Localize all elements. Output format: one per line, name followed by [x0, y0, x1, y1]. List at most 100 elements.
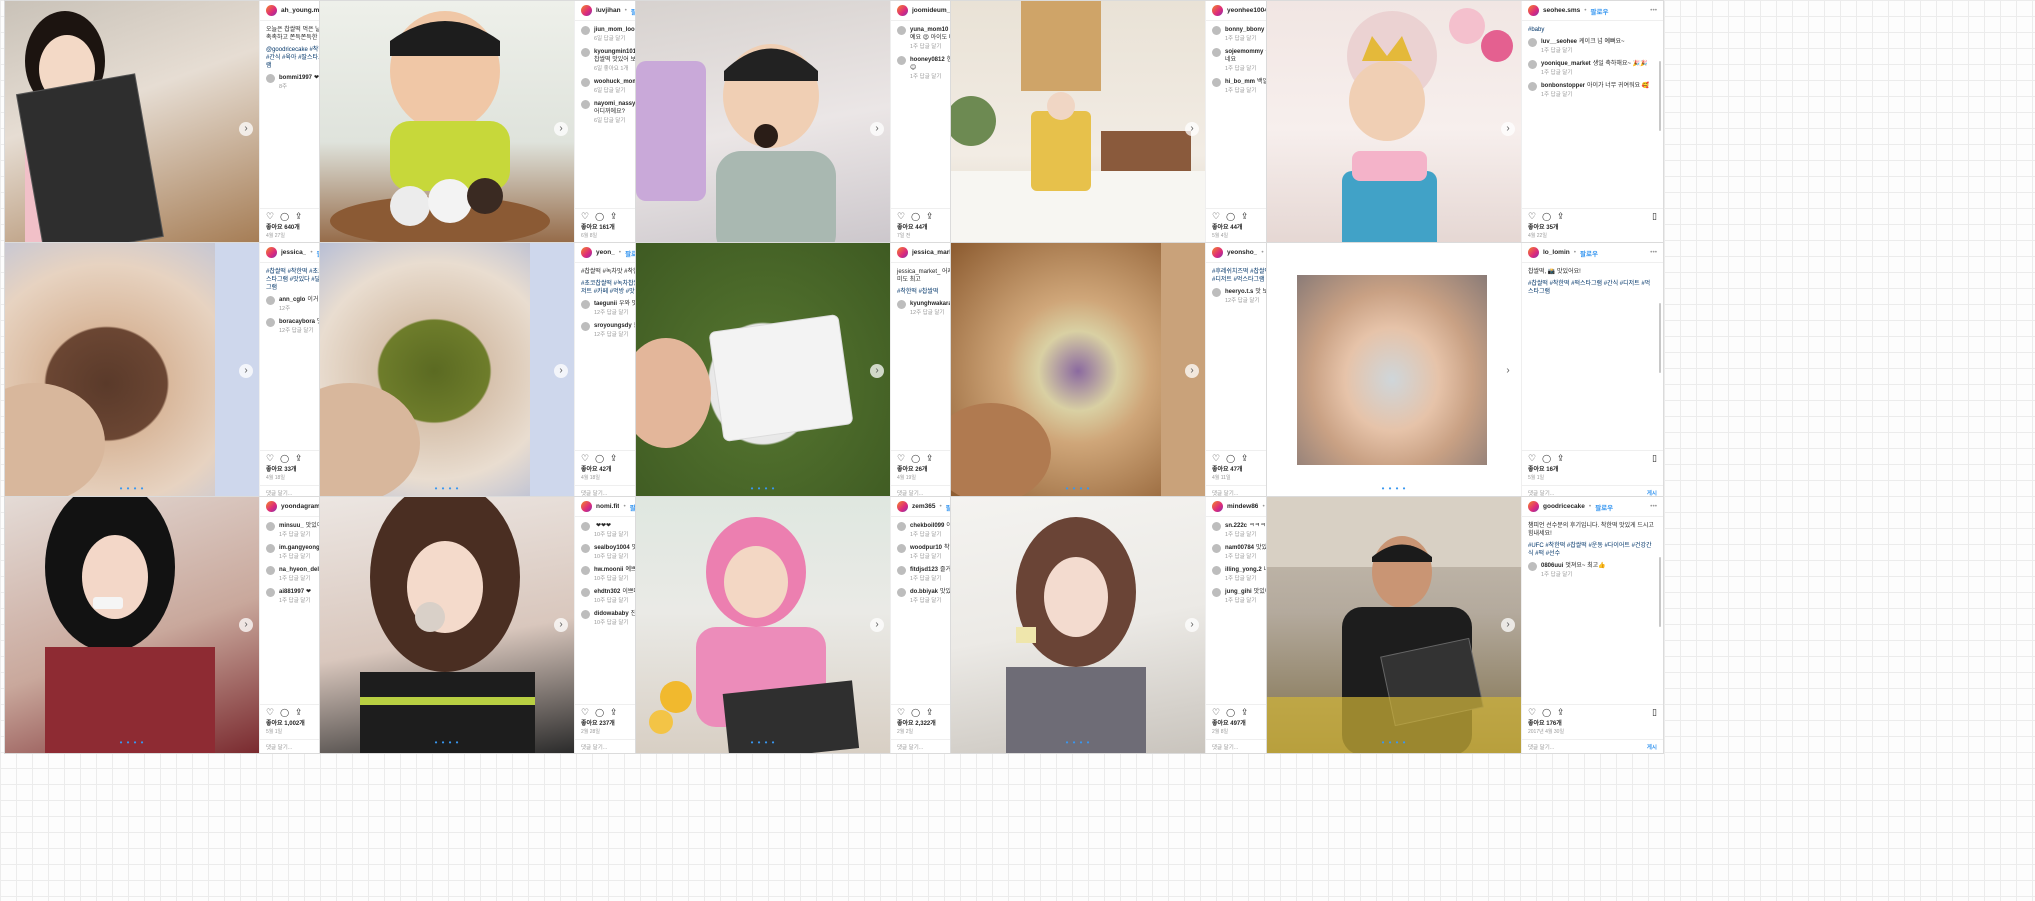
share-icon[interactable]: ⇪	[610, 707, 618, 718]
post-photo[interactable]: ›• • • •	[1267, 1, 1521, 257]
commenter-avatar[interactable]	[897, 566, 906, 575]
post-comment-button[interactable]: 게시	[1647, 743, 1657, 751]
share-icon[interactable]: ⇪	[1241, 211, 1249, 222]
commenter-avatar[interactable]	[1212, 78, 1221, 87]
heart-icon[interactable]: ♡	[897, 453, 905, 464]
commenter-avatar[interactable]	[581, 26, 590, 35]
comment-meta[interactable]: 1주 답글 달기	[1541, 69, 1655, 77]
avatar[interactable]	[1528, 247, 1539, 258]
scrollbar[interactable]	[1659, 303, 1661, 373]
comment-icon[interactable]: ◯	[1226, 212, 1235, 221]
like-count[interactable]: 좋아요 35개	[1522, 224, 1663, 232]
share-icon[interactable]: ⇪	[1241, 707, 1249, 718]
post-photo[interactable]: ›• • • •	[5, 497, 259, 753]
comment-icon[interactable]: ◯	[595, 212, 604, 221]
heart-icon[interactable]: ♡	[1212, 453, 1220, 464]
add-comment-input[interactable]: 댓글 달기...	[1212, 489, 1238, 497]
avatar[interactable]	[1212, 247, 1223, 258]
add-comment-input[interactable]: 댓글 달기...	[897, 489, 923, 497]
next-photo-arrow-icon[interactable]: ›	[1185, 618, 1199, 632]
post-comment-button[interactable]: 게시	[1647, 489, 1657, 497]
commenter-avatar[interactable]	[581, 610, 590, 619]
next-photo-arrow-icon[interactable]: ›	[1501, 364, 1515, 378]
heart-icon[interactable]: ♡	[266, 707, 274, 718]
commenter-name[interactable]: na_hyeon_dell	[279, 567, 321, 573]
username[interactable]: mindew86	[1227, 503, 1258, 510]
commenter-name[interactable]: do.bbiyak	[910, 589, 938, 595]
comment-icon[interactable]: ◯	[1226, 454, 1235, 463]
avatar[interactable]	[581, 5, 592, 16]
avatar[interactable]	[1528, 5, 1539, 16]
follow-button[interactable]: 팔로우	[1580, 248, 1598, 258]
commenter-avatar[interactable]	[266, 544, 275, 553]
commenter-avatar[interactable]	[1212, 48, 1221, 57]
commenter-name[interactable]: heeryo.t.s	[1225, 289, 1253, 295]
bookmark-icon[interactable]: ▯	[1652, 453, 1657, 464]
post-hashtags[interactable]: #baby	[1528, 26, 1655, 34]
commenter-name[interactable]: minsuu_	[279, 523, 304, 529]
post-photo[interactable]: ›• • • •	[636, 1, 890, 257]
commenter-avatar[interactable]	[581, 544, 590, 553]
share-icon[interactable]: ⇪	[926, 707, 934, 718]
post-photo[interactable]: ›• • • •	[1267, 497, 1521, 753]
commenter-avatar[interactable]	[266, 566, 275, 575]
username[interactable]: lo_lomin	[1543, 249, 1570, 256]
commenter-avatar[interactable]	[266, 588, 275, 597]
heart-icon[interactable]: ♡	[581, 453, 589, 464]
more-options-icon[interactable]: •••	[1650, 7, 1657, 14]
share-icon[interactable]: ⇪	[926, 211, 934, 222]
add-comment-input[interactable]: 댓글 달기...	[1212, 743, 1238, 751]
commenter-avatar[interactable]	[1212, 522, 1221, 531]
post-hashtags[interactable]: #UFC #착한떡 #찹쌀떡 #운동 #다이어트 #건강간식 #떡 #선수	[1528, 542, 1655, 558]
commenter-avatar[interactable]	[1528, 38, 1537, 47]
commenter-avatar[interactable]	[581, 78, 590, 87]
commenter-name[interactable]: sn.222c	[1225, 523, 1247, 529]
avatar[interactable]	[897, 5, 908, 16]
username[interactable]: zem365	[912, 503, 936, 510]
commenter-avatar[interactable]	[1212, 588, 1221, 597]
commenter-name[interactable]: hooney0812	[910, 57, 945, 63]
post-photo[interactable]: ›• • • •	[636, 497, 890, 753]
commenter-avatar[interactable]	[581, 588, 590, 597]
username[interactable]: luvjihan	[596, 7, 621, 14]
like-count[interactable]: 좋아요 16개	[1522, 466, 1663, 474]
share-icon[interactable]: ⇪	[295, 453, 303, 464]
commenter-avatar[interactable]	[1212, 566, 1221, 575]
heart-icon[interactable]: ♡	[1212, 707, 1220, 718]
next-photo-arrow-icon[interactable]: ›	[554, 618, 568, 632]
avatar[interactable]	[897, 247, 908, 258]
post-photo[interactable]: ›• • • •	[951, 497, 1205, 753]
commenter-name[interactable]: luv__seohee	[1541, 39, 1577, 45]
commenter-name[interactable]: bommi1997	[279, 75, 312, 81]
commenter-avatar[interactable]	[897, 56, 906, 65]
avatar[interactable]	[897, 501, 908, 512]
commenter-avatar[interactable]	[1212, 26, 1221, 35]
share-icon[interactable]: ⇪	[295, 707, 303, 718]
heart-icon[interactable]: ♡	[581, 707, 589, 718]
commenter-avatar[interactable]	[581, 48, 590, 57]
add-comment-input[interactable]: 댓글 달기...	[581, 743, 607, 751]
commenter-avatar[interactable]	[581, 522, 590, 531]
commenter-name[interactable]: ai881997	[279, 589, 304, 595]
share-icon[interactable]: ⇪	[1557, 707, 1565, 718]
next-photo-arrow-icon[interactable]: ›	[1185, 364, 1199, 378]
commenter-avatar[interactable]	[266, 318, 275, 327]
commenter-avatar[interactable]	[581, 300, 590, 309]
post-hashtags[interactable]: #찹쌀떡 #착한떡 #떡스타그램 #간식 #디저트 #먹스타그램	[1528, 280, 1655, 296]
follow-button[interactable]: 팔로우	[1595, 502, 1613, 512]
avatar[interactable]	[1212, 501, 1223, 512]
comment-icon[interactable]: ◯	[911, 454, 920, 463]
share-icon[interactable]: ⇪	[926, 453, 934, 464]
next-photo-arrow-icon[interactable]: ›	[554, 122, 568, 136]
comment-icon[interactable]: ◯	[280, 212, 289, 221]
heart-icon[interactable]: ♡	[266, 453, 274, 464]
next-photo-arrow-icon[interactable]: ›	[1185, 122, 1199, 136]
bookmark-icon[interactable]: ▯	[1652, 211, 1657, 222]
next-photo-arrow-icon[interactable]: ›	[554, 364, 568, 378]
next-photo-arrow-icon[interactable]: ›	[239, 618, 253, 632]
username[interactable]: seohee.sms	[1543, 7, 1580, 14]
share-icon[interactable]: ⇪	[1241, 453, 1249, 464]
share-icon[interactable]: ⇪	[610, 211, 618, 222]
add-comment-input[interactable]: 댓글 달기...	[266, 489, 292, 497]
username[interactable]: yeonsho_	[1227, 249, 1257, 256]
